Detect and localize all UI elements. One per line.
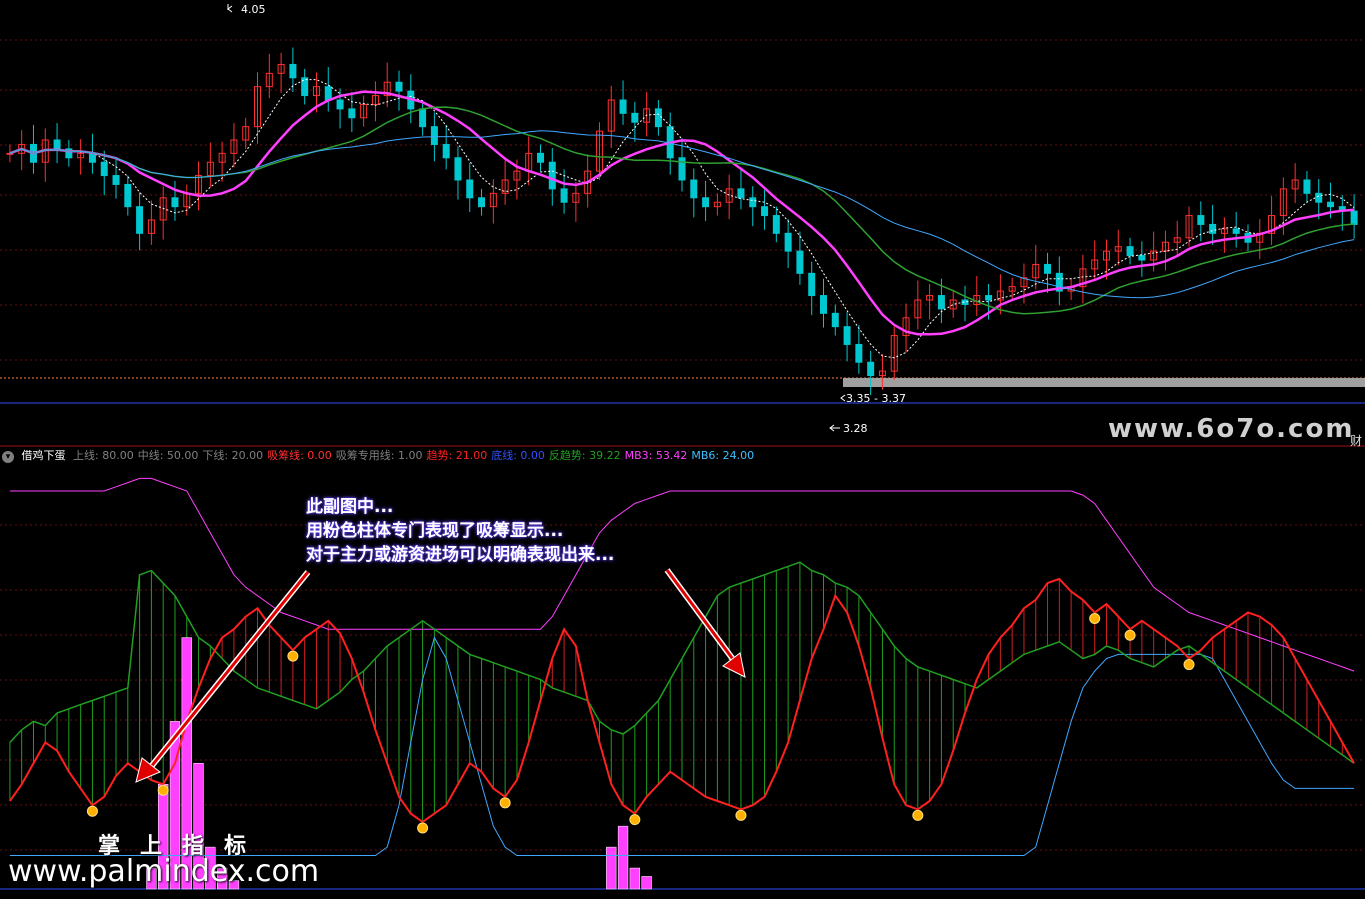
candle-body xyxy=(1044,263,1052,274)
candle-body xyxy=(702,197,710,208)
absorb-bar xyxy=(641,876,652,890)
chevron-down-icon[interactable]: ▾ xyxy=(2,451,14,463)
signal-dot xyxy=(735,809,747,821)
candle-body xyxy=(1315,192,1323,203)
high-label: 4.05 xyxy=(241,3,266,16)
candle-body xyxy=(619,99,627,114)
candle-body xyxy=(1197,215,1205,225)
indicator-value-9: MB6: 24.00 xyxy=(691,449,755,462)
candle-body xyxy=(784,232,792,252)
candle-body xyxy=(737,188,745,199)
candle-body xyxy=(1350,210,1358,225)
candle-body xyxy=(88,152,96,163)
indicator-value-7: 反趋势: 39.22 xyxy=(548,449,621,462)
signal-dot xyxy=(1183,659,1195,671)
candle-body xyxy=(395,81,403,92)
low-marker: 3.28 xyxy=(829,422,868,435)
candle-body xyxy=(867,361,875,377)
candle-body xyxy=(937,295,945,310)
candle-body xyxy=(348,108,356,119)
candle-body xyxy=(478,197,486,208)
annotation-line-3: 对于主力或游资进场可以明确表现出来... xyxy=(306,545,615,565)
candle-body xyxy=(819,295,827,314)
signal-dot xyxy=(912,809,924,821)
candle-body xyxy=(1327,201,1335,208)
indicator-value-0: 上线: 80.00 xyxy=(73,449,134,462)
candle-body xyxy=(289,63,297,79)
ma10-line xyxy=(9,90,1355,336)
candle-body xyxy=(1209,223,1217,234)
low-label: 3.28 xyxy=(843,422,868,435)
candle-body xyxy=(324,86,332,101)
indicator-values: 上线: 80.00 中线: 50.00 下线: 20.00 吸筹线: 0.00 吸筹专用… xyxy=(73,449,758,462)
candle-body xyxy=(855,343,863,363)
candle-body xyxy=(537,152,545,163)
range-label: 3.35 - 3.37 xyxy=(846,392,906,405)
price-grid xyxy=(0,39,1365,361)
candle-body xyxy=(831,312,839,328)
indicator-value-6: 底线: 0.00 xyxy=(491,449,545,462)
range-marker: 3.35 - 3.37 xyxy=(840,392,906,405)
indicator-value-8: MB3: 53.42 xyxy=(624,449,688,462)
signal-dot xyxy=(1089,612,1101,624)
candle-body xyxy=(124,183,132,208)
high-marker: 4.05 xyxy=(227,3,266,16)
signal-dot xyxy=(287,650,299,662)
candle-body xyxy=(1232,228,1240,234)
annotation-line-2: 用粉色柱体专门表现了吸筹显示... xyxy=(306,521,564,541)
candle-body xyxy=(749,197,757,208)
signal-dot xyxy=(157,784,169,796)
candle-body xyxy=(690,179,698,199)
annotation-arrows xyxy=(135,568,746,783)
absorb-bar xyxy=(617,825,629,890)
annotation-line-1: 此副图中... xyxy=(306,497,394,517)
indicator-value-4: 吸筹专用线: 1.00 xyxy=(335,449,423,462)
candle-body xyxy=(419,108,427,128)
candle-body xyxy=(1126,246,1134,257)
candle-body xyxy=(985,295,993,301)
signal-dot xyxy=(1124,629,1136,641)
candle-body xyxy=(336,99,344,110)
ma5-line xyxy=(9,79,1355,359)
candle-body xyxy=(560,188,568,203)
ma20-line xyxy=(9,106,1355,315)
absorb-bar xyxy=(606,846,617,890)
candle-body xyxy=(466,179,474,199)
indicator-value-5: 趋势: 21.00 xyxy=(426,449,488,462)
candle-body xyxy=(843,326,851,345)
site-watermark: www.6o7o.com xyxy=(1108,414,1355,444)
candle-body xyxy=(1138,255,1146,261)
candle-body xyxy=(454,157,462,181)
candle-body xyxy=(53,139,61,150)
candle-body xyxy=(171,197,179,208)
candle-body xyxy=(136,206,144,234)
absorb-bar xyxy=(629,867,640,890)
candle-body xyxy=(100,161,108,177)
indicator-value-3: 吸筹线: 0.00 xyxy=(267,449,332,462)
signal-dot xyxy=(417,822,429,834)
candle-body xyxy=(761,206,769,217)
signal-dot xyxy=(86,805,98,817)
support-zone xyxy=(843,378,1365,387)
brand-watermark-url: www.palmindex.com xyxy=(8,854,320,889)
signal-dot xyxy=(629,814,641,826)
side-tab-finance[interactable]: 财 xyxy=(1350,432,1362,449)
candle-body xyxy=(796,250,804,274)
candle-body xyxy=(654,108,662,128)
candle-body xyxy=(772,215,780,234)
signal-dot xyxy=(499,797,511,809)
indicator-value-1: 中线: 50.00 xyxy=(137,449,199,462)
annotation-text: 此副图中... 用粉色柱体专门表现了吸筹显示... 对于主力或游资进场可以明确表… xyxy=(306,495,614,567)
indicator-value-2: 下线: 20.00 xyxy=(202,449,264,462)
candle-body xyxy=(631,112,639,123)
candle-body xyxy=(1303,179,1311,194)
indicator-name: 借鸡下蛋 xyxy=(21,449,66,462)
candle-body xyxy=(442,143,450,159)
candle-body xyxy=(112,175,120,185)
indicator-header: ▾ 借鸡下蛋 上线: 80.00 中线: 50.00 下线: 20.00 吸筹线: 0… xyxy=(0,448,1365,464)
candle-body xyxy=(808,272,816,297)
mb3-line xyxy=(9,477,1355,672)
candle-body xyxy=(430,126,438,145)
candle-body xyxy=(548,161,556,190)
